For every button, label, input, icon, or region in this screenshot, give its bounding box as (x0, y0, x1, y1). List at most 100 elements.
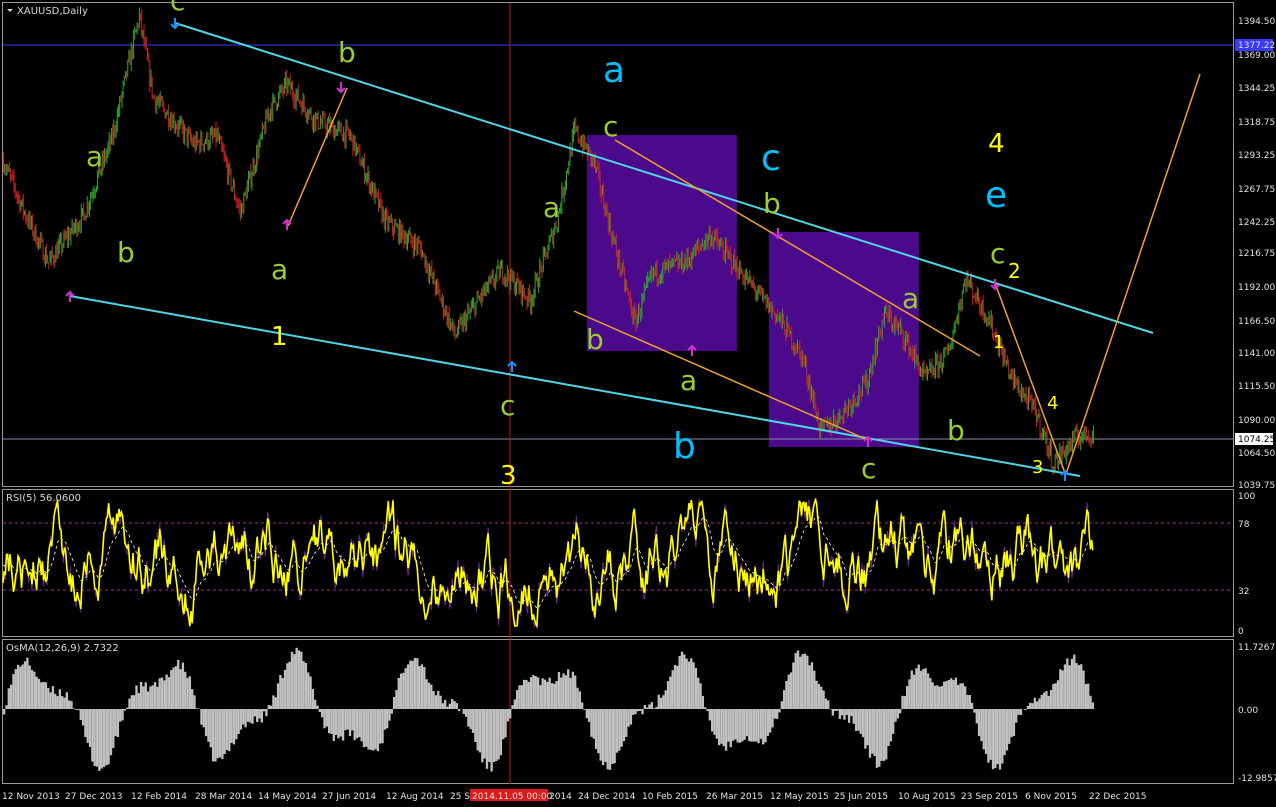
osma-bar (242, 709, 245, 725)
wave-label: c (861, 452, 876, 485)
osma-bar (580, 702, 584, 709)
osma-bar (641, 709, 644, 715)
osma-bar (325, 709, 328, 727)
osma-bar (690, 658, 693, 709)
osma-bar (16, 664, 20, 709)
osma-bar (731, 709, 735, 741)
osma-bar (694, 667, 698, 709)
osma-bar (379, 709, 382, 744)
osma-bar (256, 709, 259, 722)
osma-bar (912, 674, 916, 709)
osma-bar (536, 677, 540, 709)
osma-bar (817, 684, 821, 709)
osma-bar (353, 709, 356, 741)
time-tick: 24 Dec 2014 (578, 792, 636, 802)
osma-bar (864, 709, 867, 749)
osma-bar (850, 709, 853, 716)
osma-bar (861, 709, 865, 738)
osma-bar (251, 709, 254, 724)
osma-bar (44, 682, 48, 709)
osma-bar (917, 664, 920, 709)
fractal-arrow-down-icon (336, 82, 346, 94)
osma-bar (945, 680, 948, 709)
osma-bar (518, 685, 521, 709)
osma-bar (423, 667, 426, 709)
osma-bar (100, 709, 103, 769)
osma-bar (585, 709, 588, 719)
osma-bar (432, 691, 435, 709)
osma-bar (1052, 683, 1055, 709)
osma-bar (704, 707, 707, 709)
osma-bar (557, 671, 561, 709)
osma-bar (70, 701, 73, 709)
trendline-impulse-down[interactable] (994, 282, 1066, 474)
osma-bar (764, 709, 767, 743)
osma-bar (1068, 665, 1071, 709)
osma-bar (5, 705, 8, 709)
chart-canvas[interactable]: a b c b a 1 c 3 a c a b a b c b c a b 4 … (0, 0, 1276, 807)
osma-bar (392, 696, 396, 709)
osma-bar (977, 709, 981, 737)
osma-bar (678, 655, 681, 709)
trendline-b[interactable] (287, 87, 348, 227)
osma-bar (587, 709, 591, 722)
osma-bar (163, 680, 166, 709)
osma-bar (160, 677, 164, 709)
osma-bar (77, 709, 80, 711)
osma-bar (107, 709, 110, 765)
osma-bar (397, 677, 400, 709)
osma-bar (79, 709, 82, 721)
osma-bar (383, 709, 387, 730)
trendline-projection[interactable] (1065, 73, 1201, 475)
osma-bar (899, 709, 902, 714)
osma-histogram (3, 647, 1094, 772)
symbol-dropdown-icon[interactable] (7, 9, 13, 12)
osma-bar (836, 709, 839, 711)
price-tick: 1267.75 (1238, 185, 1275, 195)
osma-bar (847, 709, 851, 723)
osma-bar (274, 697, 277, 709)
osma-bar (446, 706, 449, 709)
osma-bar (235, 709, 238, 740)
price-tick: 1064.50 (1238, 449, 1275, 459)
osma-bar (362, 709, 366, 748)
osma-bar (620, 709, 623, 747)
price-tick: 1192.00 (1238, 283, 1275, 293)
osma-bar (738, 709, 742, 743)
osma-bar (782, 690, 786, 709)
osma-bar (307, 672, 310, 709)
time-tick: 2014 (549, 792, 572, 802)
osma-bar (750, 709, 753, 742)
osma-bar (803, 653, 807, 709)
osma-bar (12, 674, 15, 709)
osma-bar (476, 709, 479, 751)
osma-bar (775, 709, 779, 719)
osma-bar (571, 671, 575, 709)
osma-bar (481, 709, 484, 763)
osma-bar (158, 678, 161, 709)
osma-bar (950, 678, 953, 709)
osma-bar (857, 709, 860, 731)
osma-bar (457, 709, 461, 712)
rsi-tick: 100 (1238, 492, 1255, 502)
osma-bar (748, 709, 751, 742)
osma-bar (892, 709, 895, 734)
osma-bar (316, 705, 319, 709)
osma-bar (344, 709, 347, 731)
channel-lower-line[interactable] (69, 295, 1081, 477)
osma-bar (543, 679, 547, 709)
osma-bar (919, 670, 923, 709)
osma-bar (755, 709, 758, 742)
osma-bar (1082, 670, 1085, 709)
osma-bar (824, 698, 828, 709)
osma-bar (998, 709, 1002, 770)
osma-bar (121, 709, 124, 721)
osma-bar (940, 686, 944, 709)
osma-bar (984, 709, 988, 754)
osma-bar (195, 708, 198, 709)
osma-bar (279, 675, 282, 709)
osma-bar (666, 681, 670, 709)
osma-bar (72, 708, 75, 709)
osma-bar (1003, 709, 1006, 756)
osma-bar (311, 688, 315, 709)
